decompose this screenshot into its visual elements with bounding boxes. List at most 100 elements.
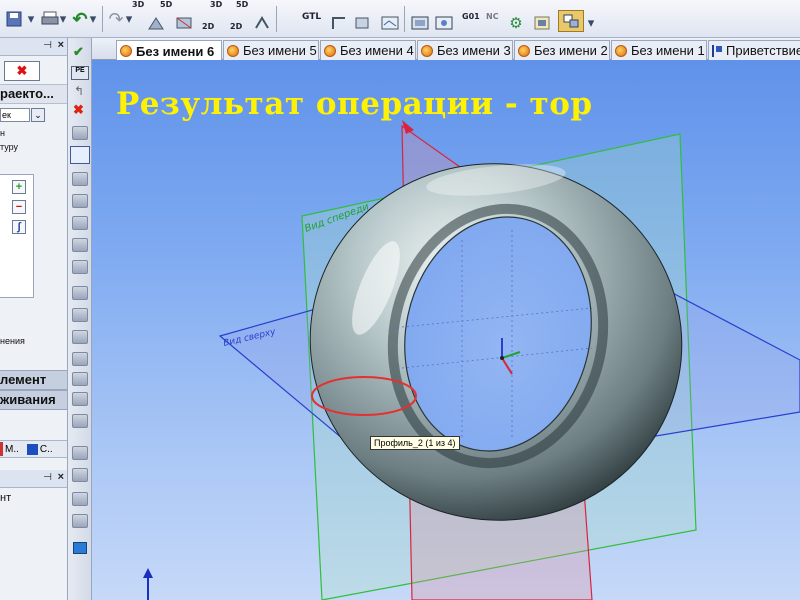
tab-m[interactable]: М..	[5, 444, 19, 455]
reset-icon[interactable]: ↰	[74, 84, 84, 98]
tab-label: Без имени 2	[534, 43, 608, 58]
undo-dropdown-icon[interactable]: ▾	[88, 8, 98, 30]
tab-label: Без имени 4	[340, 43, 414, 58]
layers-icon[interactable]	[73, 542, 87, 554]
toolbar-separator	[102, 6, 103, 32]
panel-section-title[interactable]: раекто...	[0, 84, 67, 104]
operation-icon[interactable]	[410, 12, 430, 34]
save-dropdown-icon[interactable]: ▾	[26, 8, 36, 30]
tool-icon[interactable]	[72, 286, 88, 300]
operation-icon[interactable]	[434, 12, 454, 34]
tab-label: Без имени 1	[631, 43, 705, 58]
gear-icon[interactable]: ⚙	[506, 12, 526, 34]
cancel-button[interactable]: ✖	[4, 61, 40, 81]
tab-document-6[interactable]: Без имени 6	[116, 40, 222, 61]
tab-label: Без имени 5	[243, 43, 317, 58]
redo-dropdown-icon[interactable]: ▾	[124, 8, 134, 30]
tool-icon[interactable]	[72, 308, 88, 322]
main-toolbar: ▾ ▾ ↶ ▾ ↷ ▾ 3D 5D 3D 5D 2D 2D GTL G01 NC…	[0, 0, 800, 38]
properties-icon[interactable]: PE	[71, 66, 89, 80]
close-icon[interactable]: ×	[58, 471, 64, 483]
close-icon[interactable]: ×	[58, 39, 64, 51]
tool-icon[interactable]	[72, 172, 88, 186]
sketch-icon[interactable]	[70, 146, 90, 164]
toolbar-badge[interactable]: NC	[486, 12, 499, 21]
tool-icon[interactable]	[72, 330, 88, 344]
document-icon	[120, 45, 132, 57]
tool-icon[interactable]	[72, 392, 88, 406]
document-icon	[227, 44, 239, 57]
tool-icon[interactable]	[72, 216, 88, 230]
tool-icon[interactable]	[72, 194, 88, 208]
toolbar-separator	[276, 6, 277, 32]
print-icon[interactable]	[40, 8, 60, 30]
pin-icon[interactable]: ⊣	[43, 472, 52, 483]
operation-icon[interactable]	[352, 12, 372, 34]
cancel-icon[interactable]: ✖	[73, 102, 84, 118]
option-text: туру	[0, 142, 19, 152]
toolbar-badge: 5D	[160, 0, 173, 9]
option-text: н	[0, 128, 5, 138]
tool-icon[interactable]	[72, 414, 88, 428]
pin-icon[interactable]: ⊣	[43, 40, 52, 51]
tool-icon[interactable]	[72, 238, 88, 252]
save-icon[interactable]	[4, 8, 24, 30]
axis-arrow-icon	[143, 568, 153, 600]
tab-label: Без имени 6	[136, 43, 215, 59]
toolbar-badge: 3D	[210, 0, 223, 9]
print-dropdown-icon[interactable]: ▾	[58, 8, 68, 30]
tab-label: Приветствие	[726, 43, 800, 58]
ok-icon[interactable]: ✔	[73, 44, 84, 60]
tool-icon[interactable]	[72, 492, 88, 506]
undo-icon[interactable]: ↶	[70, 8, 90, 30]
tool-icon[interactable]	[72, 468, 88, 482]
tab-welcome[interactable]: Приветствие	[708, 40, 800, 60]
view-mode-dropdown-icon[interactable]: ▾	[586, 12, 596, 34]
toolbar-badge: 2D	[230, 22, 243, 31]
slide-heading: Результат операции - тор	[116, 86, 593, 122]
toolbar-badge: 2D	[202, 22, 215, 31]
operation-icon[interactable]	[146, 12, 166, 34]
operation-icon[interactable]	[380, 12, 400, 34]
scene-canvas[interactable]: Вид спереди Вид сверху	[92, 60, 800, 600]
help-icon[interactable]	[26, 443, 38, 455]
operation-icon[interactable]	[330, 12, 350, 34]
settings-icon[interactable]	[532, 12, 552, 34]
operation-icon[interactable]	[174, 12, 194, 34]
toolbar-badge[interactable]: G01	[462, 12, 480, 21]
tree-item[interactable]: нт	[0, 492, 11, 504]
remove-button[interactable]: −	[12, 200, 26, 214]
operation-icon[interactable]	[252, 12, 272, 34]
tool-icon[interactable]	[72, 260, 88, 274]
flag-icon	[712, 44, 722, 57]
model-viewport[interactable]: Вид спереди Вид сверху Результат операци…	[92, 60, 800, 600]
redo-icon[interactable]: ↷	[106, 8, 126, 30]
toolbar-badge: 5D	[236, 0, 249, 9]
type-select[interactable]: ек	[0, 108, 30, 122]
tool-icon[interactable]	[72, 126, 88, 140]
element-section[interactable]: лемент	[0, 370, 67, 390]
tab-document-3[interactable]: Без имени 3	[417, 40, 513, 60]
tab-document-1[interactable]: Без имени 1	[611, 40, 707, 60]
document-icon	[615, 44, 627, 57]
left-panel: ⊣ × ✖ раекто... ек ⌄ н туру + − ∫ нения …	[0, 38, 68, 600]
tab-document-2[interactable]: Без имени 2	[514, 40, 610, 60]
tool-icon[interactable]	[72, 372, 88, 386]
toolbar-badge: 3D	[132, 0, 145, 9]
bottom-tabs: М.. С..	[0, 440, 67, 458]
document-icon	[421, 44, 433, 57]
tab-marker-icon	[0, 442, 3, 456]
toolbar-badge[interactable]: GTL	[302, 12, 321, 22]
tab-document-4[interactable]: Без имени 4	[320, 40, 416, 60]
tab-document-5[interactable]: Без имени 5	[223, 40, 319, 60]
tool-icon[interactable]	[72, 446, 88, 460]
tool-icon[interactable]	[72, 352, 88, 366]
chevron-down-icon[interactable]: ⌄	[31, 108, 45, 122]
add-button[interactable]: +	[12, 180, 26, 194]
tab-c[interactable]: С..	[40, 444, 53, 455]
document-icon	[324, 44, 336, 57]
tool-icon[interactable]	[72, 514, 88, 528]
curve-button[interactable]: ∫	[12, 220, 26, 234]
view-mode-icon[interactable]	[558, 10, 584, 32]
smoothing-section[interactable]: живания	[0, 390, 67, 410]
